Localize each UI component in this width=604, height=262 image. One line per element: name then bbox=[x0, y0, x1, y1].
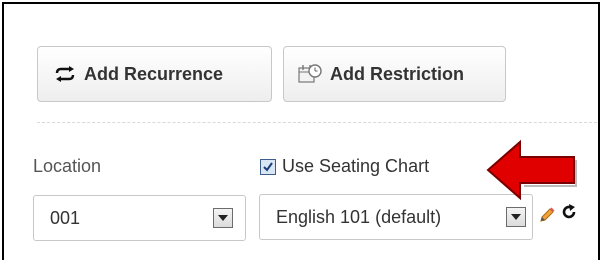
seating-chart-value: English 101 (default) bbox=[276, 206, 442, 227]
restriction-calendar-icon bbox=[298, 63, 322, 85]
add-recurrence-button[interactable]: Add Recurrence bbox=[37, 46, 272, 102]
add-restriction-button[interactable]: Add Restriction bbox=[283, 46, 506, 102]
location-select[interactable]: 001 bbox=[33, 195, 246, 241]
recurrence-arrows-icon bbox=[54, 66, 76, 82]
chevron-down-icon[interactable] bbox=[506, 207, 526, 227]
location-value: 001 bbox=[50, 207, 81, 228]
use-seating-chart-label: Use Seating Chart bbox=[282, 156, 430, 176]
location-label: Location bbox=[33, 156, 102, 176]
add-restriction-label: Add Restriction bbox=[330, 63, 465, 84]
section-divider bbox=[37, 122, 597, 123]
use-seating-chart-checkbox[interactable] bbox=[260, 158, 276, 175]
chevron-down-icon[interactable] bbox=[213, 208, 233, 228]
use-seating-chart-option[interactable]: Use Seating Chart bbox=[260, 156, 429, 177]
red-arrow-icon bbox=[484, 138, 580, 207]
add-recurrence-label: Add Recurrence bbox=[84, 63, 224, 84]
pencil-icon[interactable] bbox=[538, 206, 556, 229]
